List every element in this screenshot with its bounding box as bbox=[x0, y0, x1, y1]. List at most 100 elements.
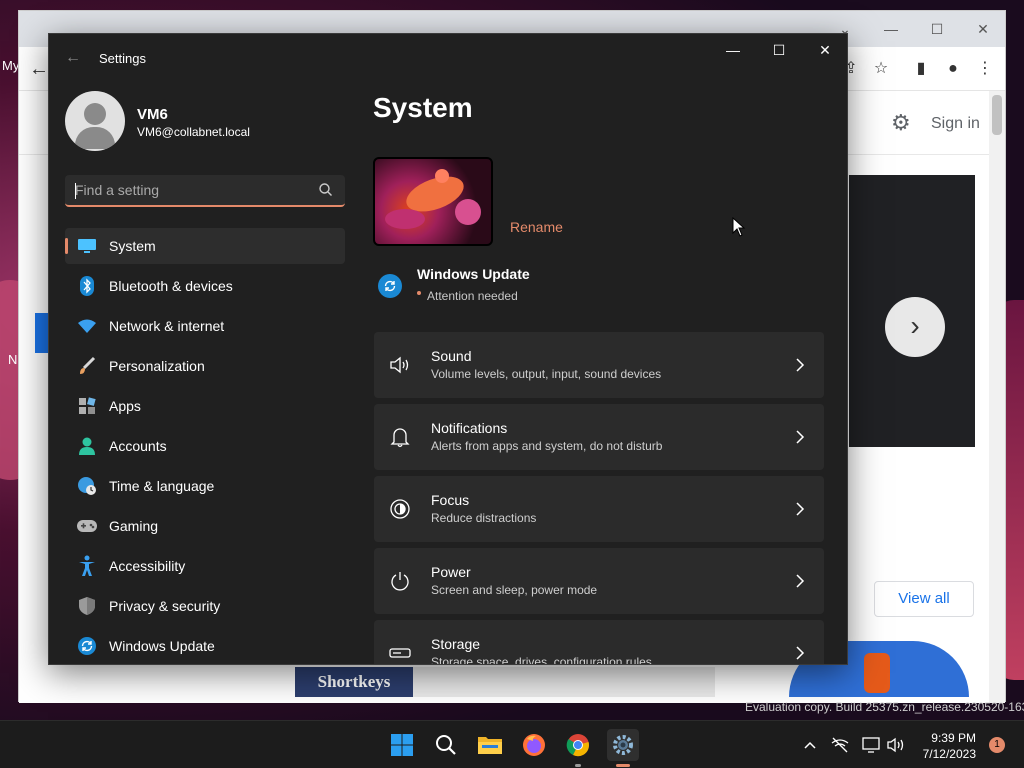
taskbar-clock[interactable]: 9:39 PM 7/12/2023 bbox=[918, 730, 976, 762]
desktop-text: My bbox=[2, 58, 20, 73]
nav-item-time-language[interactable]: Time & language bbox=[65, 468, 345, 504]
thumbnail-shape bbox=[385, 209, 425, 229]
text-caret bbox=[75, 183, 76, 199]
carousel-next-chevron-icon[interactable]: › bbox=[885, 297, 945, 357]
search-box[interactable] bbox=[65, 175, 345, 207]
apps-icon bbox=[75, 394, 99, 418]
nav-label: Network & internet bbox=[109, 318, 225, 334]
browser-back-icon[interactable]: ← bbox=[29, 59, 49, 79]
avatar-head bbox=[84, 103, 106, 125]
brush-icon bbox=[75, 354, 99, 378]
maximize-button[interactable]: ☐ bbox=[756, 34, 802, 66]
browser-close-button[interactable]: ✕ bbox=[973, 19, 993, 39]
start-icon[interactable] bbox=[386, 729, 418, 761]
network-disconnected-icon[interactable] bbox=[830, 735, 850, 755]
profile-icon[interactable]: ● bbox=[943, 59, 963, 79]
power-icon bbox=[388, 569, 412, 593]
shield-icon bbox=[75, 594, 99, 618]
nav-label: System bbox=[109, 238, 156, 254]
settings-active-indicator bbox=[616, 764, 630, 767]
browser-minimize-button[interactable]: — bbox=[881, 19, 901, 39]
speaker-icon bbox=[388, 353, 412, 377]
desktop-text: N bbox=[8, 352, 18, 367]
nav-label: Accounts bbox=[109, 438, 167, 454]
mouse-cursor-icon bbox=[732, 217, 746, 237]
card-sound[interactable]: Sound Volume levels, output, input, soun… bbox=[374, 332, 824, 398]
close-button[interactable]: ✕ bbox=[802, 34, 847, 66]
settings-window: ← Settings — ☐ ✕ VM6 VM6@collabnet.local… bbox=[48, 33, 848, 665]
card-title: Focus bbox=[431, 492, 470, 508]
account-icon bbox=[75, 434, 99, 458]
settings-icon[interactable] bbox=[607, 729, 639, 761]
chevron-right-icon bbox=[796, 358, 805, 372]
system-settings-list: Sound Volume levels, output, input, soun… bbox=[374, 332, 824, 664]
chevron-right-icon bbox=[796, 430, 805, 444]
settings-nav: System Bluetooth & devices Network & int… bbox=[65, 228, 345, 664]
minimize-button[interactable]: — bbox=[710, 34, 756, 66]
card-subtitle: Volume levels, output, input, sound devi… bbox=[431, 367, 662, 381]
nav-label: Accessibility bbox=[109, 558, 186, 574]
nav-item-apps[interactable]: Apps bbox=[65, 388, 345, 424]
store-settings-gear-icon[interactable]: ⚙ bbox=[891, 111, 915, 135]
nav-item-network[interactable]: Network & internet bbox=[65, 308, 345, 344]
view-all-button[interactable]: View all bbox=[874, 581, 974, 617]
volume-icon[interactable] bbox=[886, 735, 906, 755]
search-input[interactable] bbox=[75, 175, 305, 205]
nav-item-gaming[interactable]: Gaming bbox=[65, 508, 345, 544]
card-focus[interactable]: Focus Reduce distractions bbox=[374, 476, 824, 542]
card-subtitle: Screen and sleep, power mode bbox=[431, 583, 598, 597]
back-arrow-icon[interactable]: ← bbox=[61, 46, 85, 70]
search-icon[interactable] bbox=[317, 181, 335, 199]
card-notifications[interactable]: Notifications Alerts from apps and syste… bbox=[374, 404, 824, 470]
card-subtitle: Alerts from apps and system, do not dist… bbox=[431, 439, 663, 453]
rename-link[interactable]: Rename bbox=[510, 219, 563, 235]
taskbar-search-icon[interactable] bbox=[430, 729, 462, 761]
browser-maximize-button[interactable]: ☐ bbox=[927, 19, 947, 39]
card-title: Power bbox=[431, 564, 471, 580]
bluetooth-icon bbox=[75, 274, 99, 298]
windows-update-status: Attention needed bbox=[427, 289, 518, 303]
file-explorer-icon[interactable] bbox=[474, 729, 506, 761]
card-power[interactable]: Power Screen and sleep, power mode bbox=[374, 548, 824, 614]
nav-item-windows-update[interactable]: Windows Update bbox=[65, 628, 345, 664]
attention-dot bbox=[417, 291, 421, 295]
windows-update-status-icon[interactable] bbox=[378, 274, 402, 298]
nav-item-privacy-security[interactable]: Privacy & security bbox=[65, 588, 345, 624]
promo-shortkeys-banner: Shortkeys bbox=[295, 667, 413, 697]
chrome-icon[interactable] bbox=[562, 729, 594, 761]
nav-label: Time & language bbox=[109, 478, 215, 494]
bookmark-star-icon[interactable]: ☆ bbox=[871, 59, 891, 79]
chevron-right-icon bbox=[796, 502, 805, 516]
desktop-wallpaper-thumbnail bbox=[373, 157, 493, 246]
browser-scroll-thumb[interactable] bbox=[992, 95, 1002, 135]
storage-icon bbox=[388, 641, 412, 664]
browser-scrollbar[interactable] bbox=[989, 91, 1005, 703]
avatar[interactable] bbox=[65, 91, 125, 151]
windows-update-title[interactable]: Windows Update bbox=[417, 266, 530, 282]
nav-item-bluetooth[interactable]: Bluetooth & devices bbox=[65, 268, 345, 304]
nav-item-personalization[interactable]: Personalization bbox=[65, 348, 345, 384]
card-title: Sound bbox=[431, 348, 472, 364]
promo-graphic bbox=[864, 653, 890, 693]
nav-label: Privacy & security bbox=[109, 598, 221, 614]
nav-label: Apps bbox=[109, 398, 141, 414]
nav-item-accessibility[interactable]: Accessibility bbox=[65, 548, 345, 584]
card-subtitle: Reduce distractions bbox=[431, 511, 537, 525]
nav-item-system[interactable]: System bbox=[65, 228, 345, 264]
side-panel-icon[interactable]: ▮ bbox=[911, 59, 931, 79]
monitor-icon bbox=[75, 234, 99, 258]
notification-badge[interactable]: 1 bbox=[989, 737, 1005, 753]
window-title: Settings bbox=[99, 51, 146, 66]
nav-item-accounts[interactable]: Accounts bbox=[65, 428, 345, 464]
card-title: Storage bbox=[431, 636, 481, 652]
show-hidden-icons-chevron-icon[interactable] bbox=[800, 735, 820, 755]
card-storage[interactable]: Storage Storage space, drives, configura… bbox=[374, 620, 824, 664]
browser-menu-icon[interactable]: ⋮ bbox=[975, 59, 995, 79]
display-icon[interactable] bbox=[862, 735, 882, 755]
clock-date: 7/12/2023 bbox=[922, 747, 976, 761]
sign-in-link[interactable]: Sign in bbox=[931, 115, 980, 133]
wifi-icon bbox=[75, 314, 99, 338]
firefox-icon[interactable] bbox=[518, 729, 550, 761]
settings-titlebar: ← Settings — ☐ ✕ bbox=[49, 34, 847, 82]
nav-label: Windows Update bbox=[109, 638, 215, 654]
